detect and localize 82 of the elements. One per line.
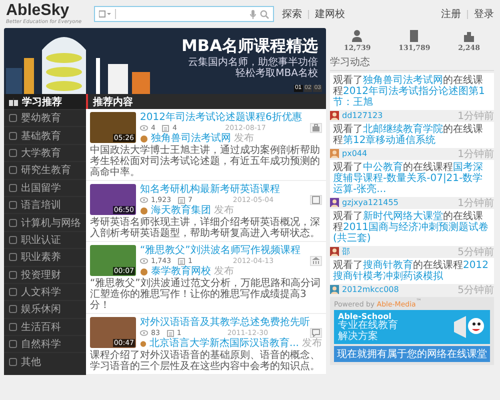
sidebar-title: 学习推荐 bbox=[22, 96, 62, 108]
category-icon bbox=[9, 270, 17, 279]
activity-text: 观看了搜商针教育的在线课程2012搜商针模考冲刺药谈模拟 bbox=[330, 258, 494, 284]
activity-title: 学习动态 bbox=[330, 54, 494, 71]
chat-icon bbox=[312, 329, 320, 337]
author-link[interactable]: 独角兽司法考试网 bbox=[151, 133, 231, 144]
nav-link[interactable]: 探索 bbox=[282, 7, 302, 21]
activity-time: 1分钟前 bbox=[458, 196, 494, 210]
banner-title: MBA名师课程精选 bbox=[182, 36, 318, 56]
dropdown-icon[interactable] bbox=[99, 10, 111, 18]
save-button[interactable] bbox=[310, 195, 322, 205]
activity-text: 观看了北邮继续教育学院的在线课程第12章移动通信系统 bbox=[330, 122, 494, 148]
square-icon bbox=[312, 196, 320, 204]
eye-icon bbox=[140, 330, 148, 336]
course-description: 中国政法大学博士王旭主讲，通过成功案例剖析帮助考生轻松面对司法考试论述题，有近五年成功预测的高命中率。 bbox=[90, 145, 321, 178]
cartoon-megaphone-drawing bbox=[452, 314, 486, 340]
category-icon bbox=[9, 322, 17, 331]
activity-time: 1分钟前 bbox=[458, 148, 494, 160]
category-icon bbox=[9, 184, 17, 192]
avatar-icon bbox=[330, 149, 339, 158]
activity-text: 观看了中公教育的在线课程国考深度辅导课程-数量关系-07|21-数学运算-张亮... bbox=[330, 160, 494, 197]
course-description: 考研英语名师张现主讲，详细介绍考研英语概况，深入剖析考研英语题型，帮助考研复高进入考研状态。 bbox=[90, 217, 321, 239]
microphone-icon[interactable] bbox=[250, 10, 256, 18]
activity-text: 观看了新时代网络大课堂的在线课程2011国商与经济冲刺预测题试卷(共三套) bbox=[330, 209, 494, 246]
buildings-icon bbox=[463, 29, 476, 43]
comment-icon bbox=[178, 196, 186, 204]
ad-text: 专业在线教育 bbox=[338, 321, 398, 332]
eye-icon bbox=[140, 197, 148, 203]
category-icon bbox=[9, 166, 17, 174]
author-link[interactable]: 北京语言大学新杰国际汉语教育... bbox=[149, 338, 299, 349]
save-button[interactable] bbox=[310, 123, 322, 133]
avatar-icon bbox=[330, 285, 339, 294]
author-link[interactable]: 泰学教育网校 bbox=[151, 266, 211, 277]
category-icon bbox=[9, 114, 17, 122]
author-logo-icon bbox=[140, 134, 148, 142]
bank-icon bbox=[312, 257, 320, 265]
comment-icon bbox=[166, 330, 174, 336]
course-description: “雅思教父”刘洪波通过范文分析，万能思路和高分词汇塑造你的雅思写作！让你的雅思写作成绩提高3分！ bbox=[90, 278, 322, 311]
category-icon bbox=[9, 201, 17, 210]
comment-icon bbox=[162, 124, 170, 132]
eye-icon bbox=[140, 258, 148, 264]
course-title-link[interactable]: “雅思教父”刘洪波名师写作视频课程 bbox=[140, 245, 322, 256]
course-title-link[interactable]: 知名考研机构最新考研英语课程 bbox=[140, 184, 322, 195]
avatar-icon bbox=[330, 198, 339, 207]
search-icon[interactable] bbox=[260, 10, 269, 18]
category-icon bbox=[9, 340, 17, 348]
category-icon bbox=[9, 253, 17, 262]
save-button[interactable] bbox=[310, 328, 322, 338]
category-icon bbox=[9, 358, 17, 366]
published-label: 发布 bbox=[214, 266, 234, 277]
author-logo-icon bbox=[140, 268, 148, 276]
published-label: 发布 bbox=[234, 133, 254, 144]
banner-subtitle: 轻松考取MBA名校 bbox=[236, 68, 318, 79]
comment-icon bbox=[178, 258, 186, 264]
gift-icon bbox=[9, 97, 18, 106]
activity-time: 1分钟前 bbox=[458, 110, 494, 122]
published-label: 发布 bbox=[214, 205, 234, 216]
published-label: 发布 bbox=[302, 338, 322, 349]
account-link[interactable]: 注册 bbox=[441, 7, 461, 21]
save-button[interactable] bbox=[310, 256, 322, 266]
banner-subtitle: 云集国内名师，助您事半功倍 bbox=[188, 57, 318, 68]
feed-title: 推荐内容 bbox=[93, 95, 133, 108]
person-icon bbox=[351, 29, 364, 43]
activity-time: 5分钟前 bbox=[458, 246, 494, 258]
search-bar[interactable] bbox=[94, 6, 274, 22]
briefcase-icon bbox=[312, 124, 320, 132]
nav-link[interactable]: 建网校 bbox=[315, 7, 345, 21]
avatar-icon bbox=[330, 111, 339, 120]
eye-icon bbox=[140, 125, 148, 131]
author-logo-icon bbox=[140, 340, 146, 348]
logo[interactable]: AbleSky bbox=[6, 3, 86, 19]
ad-text: 解决方案 bbox=[338, 332, 379, 342]
promo-button[interactable]: 现在就拥有属于您的网络在线课堂 bbox=[334, 346, 490, 362]
course-title-link[interactable]: 对外汉语语音及其教学总述免费抢先听 bbox=[140, 317, 322, 328]
course-description: 课程介绍了对外汉语语音的基础原则、语音的概念、学习语音的三个层性及在这些内容中会考的知识点。 bbox=[90, 350, 321, 372]
activity-text: 观看了独角兽司法考试网的在线课程2012年司法考试指分论述图第1节：王旭 bbox=[330, 73, 494, 110]
course-title-link[interactable]: 2012年司法考试论述题课程6折优惠 bbox=[140, 112, 322, 123]
avatar-icon bbox=[330, 247, 339, 256]
account-link[interactable]: 登录 bbox=[474, 7, 494, 21]
author-logo-icon bbox=[140, 206, 148, 214]
author-link[interactable]: 海天教育集团 bbox=[151, 205, 211, 216]
activity-time: 5分钟前 bbox=[458, 284, 494, 296]
